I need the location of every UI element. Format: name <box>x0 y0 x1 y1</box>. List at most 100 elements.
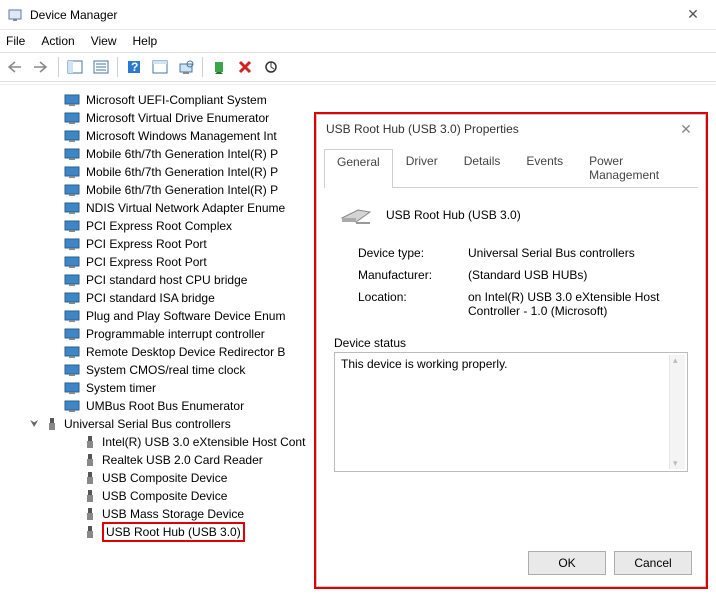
tree-item-label: UMBus Root Bus Enumerator <box>86 399 244 413</box>
tree-item-label: PCI Express Root Port <box>86 237 207 251</box>
device-status-box: This device is working properly. <box>334 352 688 472</box>
tree-item-label: USB Composite Device <box>102 471 227 485</box>
menu-file[interactable]: File <box>6 34 25 48</box>
tree-item-label: PCI Express Root Port <box>86 255 207 269</box>
device-icon <box>64 256 80 268</box>
usb-hub-icon <box>340 204 372 226</box>
row-device-type: Device type: Universal Serial Bus contro… <box>358 246 688 260</box>
device-icon <box>64 382 80 394</box>
ok-button[interactable]: OK <box>528 551 606 575</box>
value-device-type: Universal Serial Bus controllers <box>468 246 688 260</box>
menu-view[interactable]: View <box>91 34 117 48</box>
tree-item-label: Microsoft Windows Management Int <box>86 129 277 143</box>
cancel-button[interactable]: Cancel <box>614 551 692 575</box>
device-status-text: This device is working properly. <box>341 357 508 371</box>
tree-item-label: Intel(R) USB 3.0 eXtensible Host Cont <box>102 435 305 449</box>
uninstall-device-button[interactable] <box>233 55 257 79</box>
device-status-legend: Device status <box>334 336 688 350</box>
tab-power-management[interactable]: Power Management <box>576 148 698 187</box>
tab-events[interactable]: Events <box>513 148 576 187</box>
toolbar-separator <box>58 57 59 77</box>
tree-item-label: Universal Serial Bus controllers <box>64 417 231 431</box>
forward-button[interactable] <box>30 55 54 79</box>
toolbar-separator <box>202 57 203 77</box>
scan-hardware-button[interactable] <box>174 55 198 79</box>
value-location: on Intel(R) USB 3.0 eXtensible Host Cont… <box>468 290 688 318</box>
label-device-type: Device type: <box>358 246 468 260</box>
tab-general[interactable]: General <box>324 149 393 188</box>
update-driver-button[interactable] <box>259 55 283 79</box>
properties-dialog: USB Root Hub (USB 3.0) Properties ✕ Gene… <box>314 112 708 589</box>
tree-item-label: PCI standard ISA bridge <box>86 291 215 305</box>
menubar: File Action View Help <box>0 30 716 52</box>
dialog-button-row: OK Cancel <box>528 551 692 575</box>
tree-item-label: Realtek USB 2.0 Card Reader <box>102 453 263 467</box>
enable-device-button[interactable] <box>207 55 231 79</box>
menu-action[interactable]: Action <box>41 34 74 48</box>
device-icon <box>64 328 80 340</box>
label-manufacturer: Manufacturer: <box>358 268 468 282</box>
tree-item-label: Mobile 6th/7th Generation Intel(R) P <box>86 165 278 179</box>
device-icon <box>64 238 80 250</box>
toolbar-separator <box>117 57 118 77</box>
menu-help[interactable]: Help <box>133 34 158 48</box>
window-title: Device Manager <box>30 8 678 22</box>
device-icon <box>64 274 80 286</box>
tree-item-label: System CMOS/real time clock <box>86 363 245 377</box>
device-icon <box>64 364 80 376</box>
device-icon <box>64 400 80 412</box>
device-icon <box>64 94 80 106</box>
device-icon <box>64 292 80 304</box>
device-icon <box>64 220 80 232</box>
tree-item-label: PCI standard host CPU bridge <box>86 273 247 287</box>
device-name: USB Root Hub (USB 3.0) <box>386 208 521 222</box>
help-button[interactable]: ? <box>122 55 146 79</box>
tree-item-label: USB Mass Storage Device <box>102 507 244 521</box>
device-icon <box>64 130 80 142</box>
scrollbar[interactable] <box>669 355 685 469</box>
row-manufacturer: Manufacturer: (Standard USB HUBs) <box>358 268 688 282</box>
back-button[interactable] <box>4 55 28 79</box>
device-icon <box>64 346 80 358</box>
tree-item-label: USB Composite Device <box>102 489 227 503</box>
tree-item-label: Programmable interrupt controller <box>86 327 265 341</box>
label-location: Location: <box>358 290 468 318</box>
properties-button[interactable] <box>89 55 113 79</box>
tab-details[interactable]: Details <box>451 148 514 187</box>
value-manufacturer: (Standard USB HUBs) <box>468 268 688 282</box>
device-icon <box>64 202 80 214</box>
usb-icon <box>84 489 96 503</box>
svg-text:?: ? <box>131 60 138 74</box>
row-location: Location: on Intel(R) USB 3.0 eXtensible… <box>358 290 688 318</box>
usb-icon <box>84 435 96 449</box>
usb-icon <box>46 417 58 431</box>
chevron-down-icon[interactable]: ⮟ <box>30 419 42 430</box>
tree-item-label: Remote Desktop Device Redirector B <box>86 345 285 359</box>
tab-strip: General Driver Details Events Power Mana… <box>324 148 698 188</box>
tree-item-label: Mobile 6th/7th Generation Intel(R) P <box>86 183 278 197</box>
app-icon <box>8 7 24 23</box>
tree-item-label: Microsoft UEFI-Compliant System <box>86 93 267 107</box>
tree-item[interactable]: Microsoft UEFI-Compliant System <box>40 91 716 109</box>
tree-item-label: Microsoft Virtual Drive Enumerator <box>86 111 269 125</box>
tree-item-label: NDIS Virtual Network Adapter Enume <box>86 201 285 215</box>
usb-icon <box>84 525 96 539</box>
tab-panel-general: USB Root Hub (USB 3.0) Device type: Univ… <box>316 188 706 482</box>
usb-icon <box>84 471 96 485</box>
tree-item-label: PCI Express Root Complex <box>86 219 232 233</box>
device-icon <box>64 166 80 178</box>
device-status-group: Device status This device is working pro… <box>334 336 688 472</box>
device-header: USB Root Hub (USB 3.0) <box>340 204 688 226</box>
dialog-close-button[interactable]: ✕ <box>676 121 696 138</box>
show-hide-tree-button[interactable] <box>63 55 87 79</box>
window-close-button[interactable]: ✕ <box>678 6 708 23</box>
dialog-title: USB Root Hub (USB 3.0) Properties <box>326 122 676 136</box>
dialog-titlebar: USB Root Hub (USB 3.0) Properties ✕ <box>316 114 706 144</box>
tree-item-label: System timer <box>86 381 156 395</box>
tree-item-label: Mobile 6th/7th Generation Intel(R) P <box>86 147 278 161</box>
action-button[interactable] <box>148 55 172 79</box>
tab-driver[interactable]: Driver <box>393 148 451 187</box>
tree-item-label: USB Root Hub (USB 3.0) <box>102 522 245 542</box>
tree-item-label: Plug and Play Software Device Enum <box>86 309 285 323</box>
usb-icon <box>84 453 96 467</box>
